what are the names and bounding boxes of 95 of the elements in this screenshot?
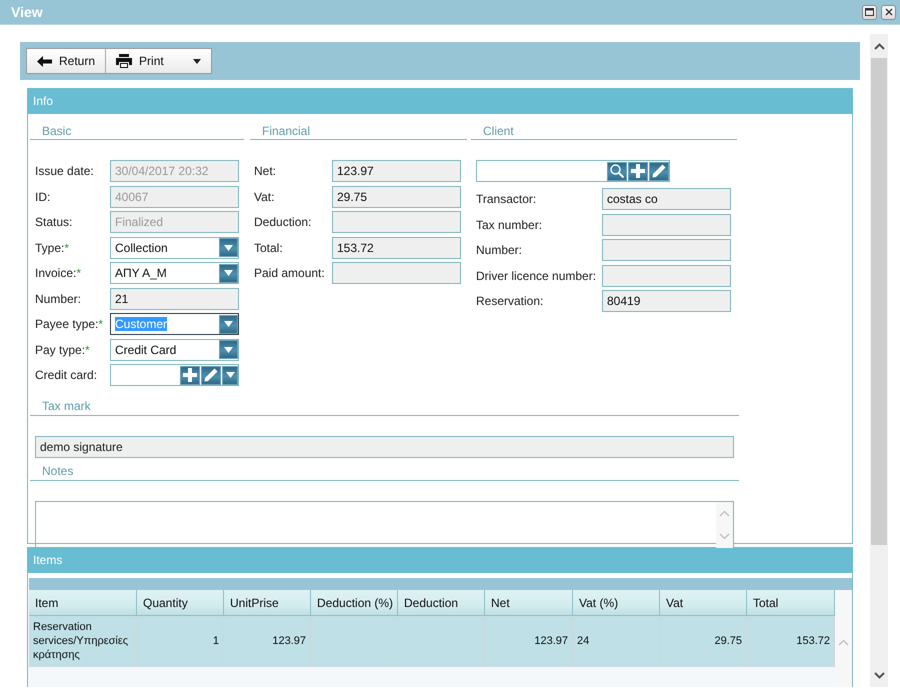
dropdown-button[interactable]: [219, 238, 238, 257]
text-field[interactable]: 29.75: [332, 186, 461, 208]
field-label: Tax number:: [476, 218, 544, 232]
field-label: Paid amount:: [254, 266, 326, 280]
restore-icon: [865, 8, 874, 16]
return-button[interactable]: Return: [27, 49, 106, 73]
field-label: Deduction:: [254, 215, 312, 229]
add-button[interactable]: [180, 366, 200, 384]
scroll-down-icon: [719, 532, 730, 540]
section-title: Notes: [42, 464, 74, 478]
column-header[interactable]: Deduction (%): [311, 590, 398, 616]
table-cell: 123.97: [534, 634, 568, 648]
search-icon: [609, 163, 625, 179]
field-label: Issue date:: [35, 164, 95, 178]
plus-icon: [182, 367, 198, 383]
edit-button[interactable]: [649, 162, 669, 180]
column-header[interactable]: Vat (%): [573, 590, 660, 616]
field-label: Pay type:*: [35, 342, 91, 356]
column-header[interactable]: Total: [747, 590, 835, 616]
restore-button[interactable]: [862, 4, 877, 20]
dropdown-field[interactable]: Credit Card: [110, 338, 239, 360]
column-header[interactable]: Net: [485, 590, 573, 616]
column-header[interactable]: Quantity: [137, 590, 224, 616]
text-field[interactable]: 123.97: [332, 160, 461, 182]
section-title: Basic: [42, 124, 72, 138]
panel-header: Items: [27, 547, 853, 573]
section-title: Financial: [262, 124, 310, 138]
text-field[interactable]: 80419: [602, 290, 731, 312]
field-label: Transactor:: [476, 192, 538, 206]
caret-icon: [224, 244, 233, 250]
table-cell: 153.72: [796, 634, 830, 648]
dropdown-button[interactable]: [219, 264, 238, 282]
column-header[interactable]: Deduction: [398, 590, 485, 616]
dropdown-button[interactable]: [219, 314, 238, 334]
field-label: Number:: [35, 292, 82, 306]
field-label: Number:: [476, 243, 524, 257]
text-field[interactable]: 21: [110, 288, 239, 310]
text-field[interactable]: [602, 239, 731, 261]
scrollbar[interactable]: [870, 34, 888, 687]
text-field[interactable]: demo signature: [35, 436, 734, 458]
arrow-left-icon: [37, 56, 52, 66]
window-title: View: [11, 4, 43, 20]
printer-icon: [116, 54, 132, 68]
caret-icon: [224, 321, 233, 327]
scroll-up-icon: [838, 639, 849, 646]
field-label: ID:: [35, 190, 52, 204]
field-label: Invoice:*: [35, 266, 82, 280]
dropdown-button[interactable]: [222, 366, 238, 384]
pencil-icon: [651, 163, 667, 179]
edit-button[interactable]: [201, 366, 221, 384]
text-field[interactable]: [602, 264, 731, 286]
section-title: Tax mark: [42, 399, 91, 413]
column-header[interactable]: UnitPrise: [224, 590, 311, 616]
text-field[interactable]: [332, 211, 461, 233]
plus-icon: [630, 163, 646, 179]
table-cell: 1: [212, 634, 219, 648]
dropdown-button[interactable]: [219, 340, 238, 359]
table-cell-text: Reservation services/Υπηρεσίες κράτησης: [33, 620, 130, 662]
field-label: Type:*: [35, 240, 70, 254]
scroll-up-icon: [874, 42, 884, 50]
dropdown-field[interactable]: ΑΠΥ Α_Μ: [110, 262, 239, 284]
field-label: Vat:: [254, 190, 276, 204]
section-title: Client: [483, 124, 514, 138]
table-cell: 123.97: [272, 634, 306, 648]
add-button[interactable]: [628, 162, 648, 180]
text-field[interactable]: [332, 262, 461, 284]
lookup-field[interactable]: [476, 160, 670, 182]
field-label: Credit card:: [35, 368, 98, 382]
caret-icon: [226, 372, 234, 378]
close-button[interactable]: [881, 4, 896, 20]
field-label: Payee type:*: [35, 317, 104, 331]
field-label: Net:: [254, 164, 278, 178]
table-cell: 29.75: [714, 634, 742, 648]
column-header[interactable]: Item: [29, 590, 137, 616]
column-header[interactable]: Vat: [660, 590, 747, 616]
table-row[interactable]: Reservation services/Υπηρεσίες κράτησης 1 123.97 123.97 24 29.75 153.72: [29, 616, 835, 667]
text-field[interactable]: costas co: [602, 188, 731, 210]
field-label: Status:: [35, 215, 74, 229]
table-cell: 24: [577, 634, 590, 648]
search-button[interactable]: [607, 162, 627, 180]
field-label: Total:: [254, 240, 284, 254]
picker-field[interactable]: [110, 364, 239, 386]
scroll-up-icon: [719, 510, 730, 516]
panel-header: Info: [27, 88, 853, 114]
dropdown-field[interactable]: Collection: [110, 236, 239, 258]
scroll-down-icon: [874, 672, 884, 678]
text-field[interactable]: [602, 214, 731, 236]
caret-icon: [192, 58, 201, 64]
caret-icon: [224, 346, 233, 352]
caret-icon: [224, 270, 233, 276]
text-field[interactable]: 153.72: [332, 236, 461, 258]
pencil-icon: [203, 367, 219, 383]
field-label: Reservation:: [476, 294, 544, 308]
field-label: Driver licence number:: [476, 268, 598, 282]
close-icon: [884, 8, 892, 16]
